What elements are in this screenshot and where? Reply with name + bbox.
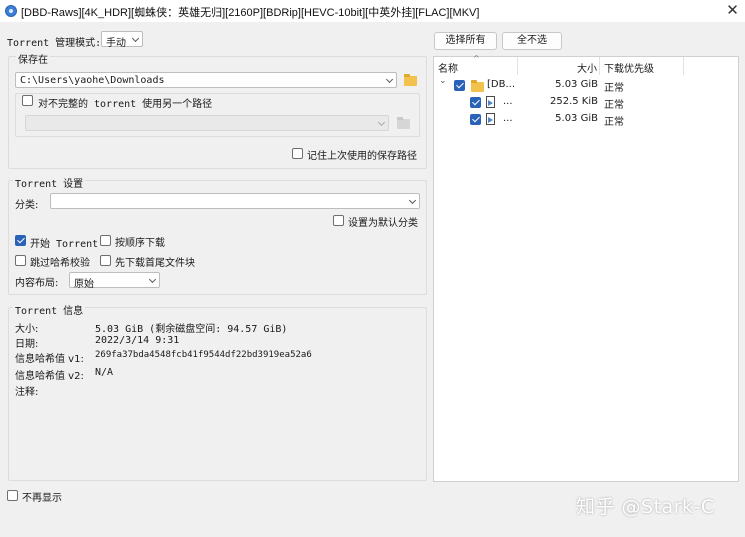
start-torrent-checkbox[interactable] xyxy=(15,235,26,246)
first-last-checkbox[interactable] xyxy=(100,255,111,266)
info-hash-v2-value: N/A xyxy=(95,367,114,378)
column-separator[interactable] xyxy=(683,57,684,75)
watermark: 知乎 @Stark-C xyxy=(576,496,715,518)
chevron-down-icon xyxy=(385,75,394,84)
file-row-priority[interactable]: 正常 xyxy=(604,113,624,128)
file-row-name: ... xyxy=(503,113,513,124)
column-header-size[interactable]: 大小 xyxy=(577,60,597,75)
file-icon xyxy=(486,113,495,125)
file-row-size: 5.03 GiB xyxy=(555,79,598,90)
folder-icon xyxy=(471,80,484,92)
file-row-priority[interactable]: 正常 xyxy=(604,96,624,111)
info-hash-v1-value: 269fa37bda4548fcb41f9544df22bd3919ea52a6 xyxy=(95,350,312,360)
folder-icon xyxy=(397,117,410,129)
info-date-key: 日期: xyxy=(15,339,39,350)
folder-icon[interactable] xyxy=(404,74,417,86)
file-row-size: 5.03 GiB xyxy=(555,113,598,124)
info-size-key: 大小: xyxy=(15,324,39,335)
content-layout-label: 内容布局: xyxy=(15,278,59,289)
incomplete-path-field xyxy=(25,115,389,131)
chevron-down-icon xyxy=(148,275,157,284)
sequential-checkbox[interactable] xyxy=(100,235,111,246)
file-row-name: [DB... xyxy=(487,79,515,90)
window-title: [DBD-Raws][4K_HDR][蜘蛛侠：英雄无归][2160P][BDRi… xyxy=(21,7,480,19)
content-layout-select[interactable]: 原始 xyxy=(69,272,160,290)
dont-show-checkbox[interactable] xyxy=(7,490,18,501)
info-hash-v1-key: 信息哈希值 v1: xyxy=(15,354,84,365)
column-separator[interactable] xyxy=(517,57,518,75)
select-all-button[interactable]: 选择所有 xyxy=(434,32,497,50)
info-hash-v2-key: 信息哈希值 v2: xyxy=(15,371,84,382)
file-row-priority[interactable]: 正常 xyxy=(604,79,624,94)
first-last-label: 先下载首尾文件块 xyxy=(115,258,195,269)
category-select[interactable] xyxy=(50,193,420,209)
chevron-down-icon[interactable]: ⌄ xyxy=(439,76,447,86)
file-list[interactable]: 名称 ^ 大小 下载优先级 ⌄ [DB... 5.03 GiB 正常 ... 2… xyxy=(433,54,739,482)
info-date-value: 2022/3/14 9:31 xyxy=(95,335,180,346)
remember-path-label: 记住上次使用的保存路径 xyxy=(307,151,417,162)
incomplete-path-checkbox[interactable] xyxy=(22,95,33,106)
start-torrent-label: 开始 Torrent xyxy=(30,239,99,250)
select-none-button[interactable]: 全不选 xyxy=(502,32,562,50)
file-row-checkbox[interactable] xyxy=(470,114,481,125)
file-icon xyxy=(486,96,495,108)
info-size-value: 5.03 GiB (剩余磁盘空间: 94.57 GiB) xyxy=(95,324,288,335)
skip-hash-checkbox[interactable] xyxy=(15,255,26,266)
app-icon xyxy=(5,5,17,17)
file-row-checkbox[interactable] xyxy=(454,80,465,91)
save-location-title: 保存在 xyxy=(16,51,50,66)
dont-show-label: 不再显示 xyxy=(22,493,62,504)
management-mode-label: Torrent 管理模式: xyxy=(7,38,102,49)
column-header-priority[interactable]: 下载优先级 xyxy=(604,60,654,75)
column-header-name[interactable]: 名称 xyxy=(438,60,458,75)
file-row-name: ... xyxy=(503,96,513,107)
sort-arrow-icon: ^ xyxy=(473,54,480,63)
save-path-field[interactable]: C:\Users\yaohe\Downloads xyxy=(15,72,397,88)
sequential-label: 按顺序下载 xyxy=(115,238,165,249)
default-category-checkbox[interactable] xyxy=(333,215,344,226)
torrent-info-title: Torrent 信息 xyxy=(13,302,86,317)
column-separator[interactable] xyxy=(599,57,600,75)
default-category-label: 设置为默认分类 xyxy=(348,218,418,229)
info-comment-key: 注释: xyxy=(15,387,39,398)
close-icon[interactable]: ✕ xyxy=(720,0,745,22)
file-row-size: 252.5 KiB xyxy=(549,96,598,107)
torrent-settings-title: Torrent 设置 xyxy=(13,175,86,190)
remember-path-checkbox[interactable] xyxy=(292,148,303,159)
skip-hash-label: 跳过哈希校验 xyxy=(30,258,90,269)
management-mode-select[interactable]: 手动 xyxy=(101,31,143,49)
category-label: 分类: xyxy=(15,200,39,211)
chevron-down-icon xyxy=(377,118,386,127)
chevron-down-icon xyxy=(131,34,140,43)
chevron-down-icon xyxy=(408,196,417,205)
file-row-checkbox[interactable] xyxy=(470,97,481,108)
incomplete-path-label: 对不完整的 torrent 使用另一个路径 xyxy=(38,95,216,110)
